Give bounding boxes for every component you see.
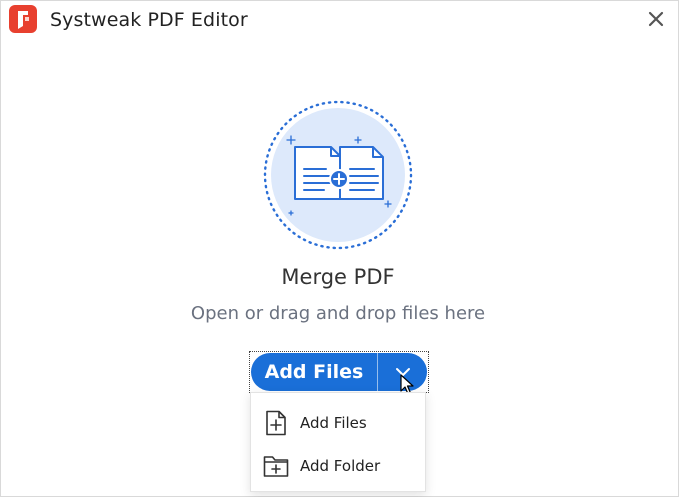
close-icon (648, 11, 664, 27)
add-files-button[interactable]: Add Files (251, 353, 377, 391)
add-files-menu: Add Files Add Folder (250, 392, 426, 492)
add-file-icon (263, 410, 289, 436)
split-divider (377, 353, 378, 391)
systweak-pdf-logo-icon (9, 5, 37, 33)
menu-item-add-folder[interactable]: Add Folder (251, 446, 425, 486)
menu-item-label: Add Files (300, 414, 367, 432)
page-title: Merge PDF (281, 265, 395, 289)
menu-item-label: Add Folder (300, 457, 381, 475)
merge-documents-icon (262, 99, 414, 251)
close-button[interactable] (644, 7, 668, 31)
drop-hint: Open or drag and drop files here (190, 303, 486, 324)
app-title: Systweak PDF Editor (50, 9, 248, 31)
add-folder-icon (263, 453, 289, 479)
title-bar: Systweak PDF Editor (1, 1, 678, 39)
menu-item-add-files[interactable]: Add Files (251, 403, 425, 443)
app-window: Systweak PDF Editor Merge PDF Open or dr… (0, 0, 679, 497)
